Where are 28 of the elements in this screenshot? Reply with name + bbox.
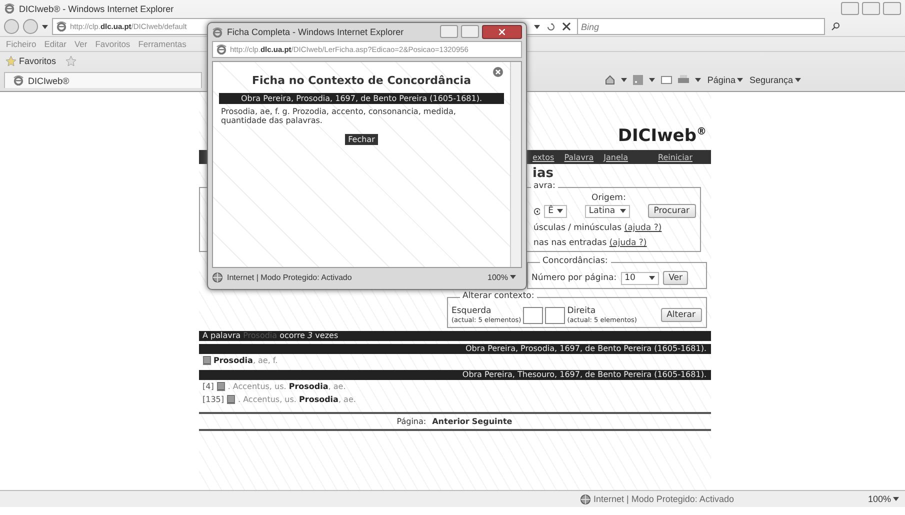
panel-legend: Alterar contexto: (460, 291, 538, 301)
window-title: DICIweb® - Windows Internet Explorer (19, 4, 174, 14)
status-zone: Internet | Modo Protegido: Activado (594, 494, 734, 504)
site-logo: DICIweb$^{®}$ (618, 126, 706, 146)
panel-legend: Concordâncias: (540, 256, 611, 266)
summary-text: ocorre 3 vezes (280, 331, 338, 340)
window-title: Ficha Completa - Windows Internet Explorer (227, 27, 404, 37)
form-legend: avra: (530, 181, 558, 191)
right-label: Direita (567, 306, 597, 316)
source-bar: Obra Pereira, Thesouro, 1697, de Bento Pereira (1605-1681). (198, 370, 710, 380)
left-label: Esquerda (452, 306, 492, 316)
status-zone: Internet | Modo Protegido: Activado (227, 272, 352, 282)
summary-text: A palavra (202, 331, 241, 340)
per-page-label: Número por página: (532, 273, 617, 283)
entry-text: Prosodia, ae, f. (214, 356, 278, 365)
entry-index: [4] (202, 382, 214, 391)
entry-text: Prosodia, ae, f. g. Prozodia, accento, consonancia, medida, quantidade das palavras. (220, 106, 457, 127)
option-label: úsculas / minúsculas (534, 223, 622, 233)
source-bar: Obra Pereira, Prosodia, 1697, de Bento Pereira (1605-1681). (198, 344, 710, 354)
entry-text: . Accentus, us. Prosodia, ae. (238, 395, 356, 404)
entry-index: [135] (202, 395, 224, 404)
entry-text: . Accentus, us. Prosodia, ae. (228, 382, 346, 391)
option-label: nas nas entradas (534, 238, 607, 248)
page-heading: ias (532, 166, 554, 181)
source-bar: Obra Pereira, Prosodia, 1697, de Bento Pereira (1605-1681). (219, 93, 504, 104)
popup-heading: Ficha no Contexto de Concordância (252, 74, 471, 87)
pagination-label: Página: (396, 417, 426, 426)
origin-label: Origem: (590, 193, 627, 203)
